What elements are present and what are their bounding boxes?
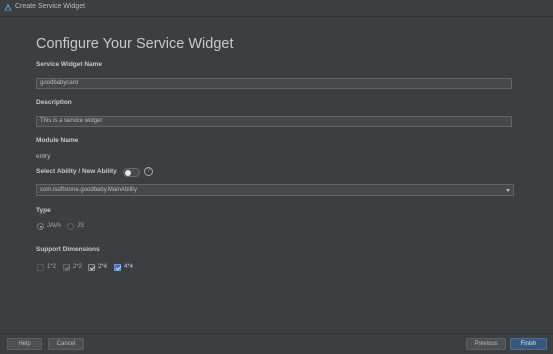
finish-button[interactable]: Finish — [510, 338, 547, 350]
check-icon — [115, 264, 121, 271]
help-button[interactable]: Help — [7, 338, 42, 350]
radio-java[interactable] — [37, 223, 44, 230]
module-name-value: entry — [36, 153, 51, 160]
ability-select[interactable]: com.isoftstone.goodbaby.MainAbility — [36, 184, 514, 196]
checkbox-4x4-label[interactable]: 4*4 — [124, 264, 133, 270]
checkbox-2x4-label[interactable]: 2*4 — [98, 264, 107, 270]
chevron-down-icon[interactable] — [506, 189, 510, 192]
description-field[interactable]: This is a service widget — [36, 116, 512, 127]
radio-java-label[interactable]: JAVA — [47, 223, 61, 229]
harmony-logo-icon — [4, 3, 12, 11]
checkbox-1x2[interactable] — [37, 264, 44, 271]
checkbox-4x4[interactable] — [114, 264, 121, 271]
widget-name-label: Service Widget Name — [36, 61, 103, 68]
new-ability-toggle[interactable] — [123, 168, 140, 177]
checkbox-2x2[interactable] — [63, 264, 70, 271]
radio-js-label[interactable]: JS — [77, 223, 84, 229]
check-icon — [89, 264, 95, 271]
widget-name-field[interactable]: goodbabycard — [36, 78, 512, 89]
checkbox-1x2-label[interactable]: 1*2 — [47, 264, 56, 270]
description-label: Description — [36, 99, 72, 106]
checkbox-2x2-label[interactable]: 2*2 — [73, 264, 82, 270]
check-icon — [64, 264, 70, 271]
support-dimensions-label: Support Dimensions — [36, 246, 100, 253]
window-title: Create Service Widget — [15, 3, 86, 10]
type-label: Type — [36, 207, 51, 214]
checkbox-2x4[interactable] — [88, 264, 95, 271]
previous-button[interactable]: Previous — [466, 338, 506, 350]
radio-js[interactable] — [67, 223, 74, 230]
ability-label: Select Ability / New Ability — [36, 168, 117, 175]
page-title: Configure Your Service Widget — [36, 36, 234, 52]
ability-select-value: com.isoftstone.goodbaby.MainAbility — [40, 187, 137, 193]
help-icon[interactable]: ? — [144, 167, 153, 176]
module-name-label: Module Name — [36, 137, 79, 144]
title-bar: Create Service Widget — [0, 0, 553, 17]
cancel-button[interactable]: Cancel — [48, 338, 84, 350]
toggle-knob — [125, 170, 131, 176]
